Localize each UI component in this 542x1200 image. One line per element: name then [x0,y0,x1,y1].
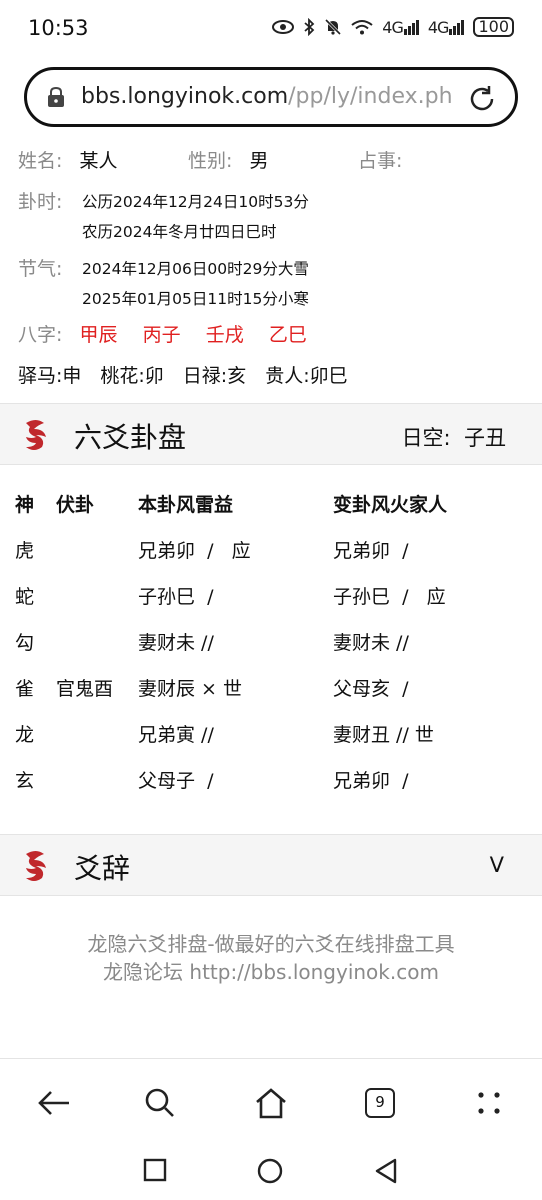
battery-icon: 100 [473,17,514,37]
bazi-row: 八字: 甲辰 丙子 壬戌 乙巳 [18,320,307,347]
header-fu: 伏卦 [56,494,95,516]
home-button[interactable] [251,1083,291,1123]
footer-line-2: 龙隐论坛 http://bbs.longyinok.com [103,960,439,984]
eye-icon [272,20,295,34]
gender-row: 性别: 男 [188,146,269,173]
dragon-logo-icon [20,417,52,457]
table-row: 勾 妻财未 // 妻财未 // [0,616,542,662]
back-button[interactable] [34,1083,74,1123]
row-bian: 妻财丑 // 世 [333,724,434,746]
yaoci-toggle[interactable]: V [490,853,504,877]
table-row: 蛇 子孙巳 / 子孙巳 / 应 [0,570,542,616]
back-arrow-icon [38,1091,69,1115]
row-ben: 妻财未 // [138,632,214,654]
signal-icon-1: 4G [382,18,419,37]
row-shen: 雀 [15,678,35,700]
dragon-logo-icon [20,848,52,888]
status-time: 10:53 [28,16,89,40]
row-shen: 蛇 [15,586,35,608]
footer-line-1: 龙隐六爻排盘-做最好的六爻在线排盘工具 [87,932,455,956]
bazi-month: 丙子 [142,324,181,346]
table-row: 虎 兄弟卯 / 应 兄弟卯 / [0,524,542,570]
row-shen: 勾 [15,632,35,654]
bazi-hour: 乙巳 [268,324,307,346]
table-header: 神 伏卦 本卦风雷益 变卦风火家人 [0,478,542,524]
gua-panel-title: 六爻卦盘 [74,421,187,454]
square-icon [143,1158,167,1182]
day-kong: 日空: 子丑 [401,426,506,450]
row-ben: 兄弟卯 / 应 [138,540,251,562]
tabs-button[interactable]: 9 [360,1083,400,1123]
gender-value: 男 [249,150,269,172]
url-path: /pp/ly/index.ph [288,84,453,109]
table-row: 雀 官鬼酉 妻财辰 × 世 父母亥 / [0,662,542,708]
row-ben: 兄弟寅 // [138,724,214,746]
system-home-button[interactable] [257,1158,283,1188]
system-nav-bar [0,1144,542,1200]
row-ben: 子孙巳 / [138,586,214,608]
jieqi-1: 2024年12月06日00时29分大雪 [82,260,309,278]
row-shen: 玄 [15,770,35,792]
header-bian: 变卦风火家人 [333,494,448,516]
name-row: 姓名: 某人 [18,146,118,173]
yaoci-header[interactable]: 爻辞 V [0,834,542,896]
bazi-label: 八字: [18,324,63,346]
jieqi-2: 2025年01月05日11时15分小寒 [82,290,309,308]
table-row: 龙 兄弟寅 // 妻财丑 // 世 [0,708,542,754]
lock-icon [47,86,65,111]
triangle-back-icon [375,1158,397,1184]
search-icon [145,1088,174,1117]
yaoci-title: 爻辞 [74,852,131,885]
system-back-button[interactable] [374,1158,398,1188]
bazi-day: 壬戌 [205,324,244,346]
row-shen: 虎 [15,540,35,562]
address-bar[interactable]: bbs.longyinok.com/pp/ly/index.ph [24,67,518,127]
header-shen: 神 [15,494,35,516]
row-fu: 官鬼酉 [56,678,114,700]
name-label: 姓名: [18,150,63,172]
solar-date: 公历2024年12月24日10时53分 [82,193,309,211]
matter-row: 占事: [358,146,402,173]
bazi-year: 甲辰 [79,324,118,346]
row-bian: 父母亥 / [333,678,409,700]
status-bar: 10:53 4G 4G 100 [0,0,542,58]
menu-button[interactable] [469,1083,509,1123]
row-bian: 子孙巳 / 应 [333,586,446,608]
gender-label: 性别: [188,150,233,172]
url-host: bbs.longyinok.com [81,84,289,109]
lunar-date: 农历2024年冬月廿四日巳时 [82,223,277,241]
more-dots-icon [478,1092,500,1114]
gua-panel-header: 六爻卦盘 日空: 子丑 [0,403,542,465]
tabs-count: 9 [365,1088,395,1118]
time-label: 卦时: [18,191,63,213]
row-bian: 兄弟卯 / [333,770,409,792]
bluetooth-icon [303,18,315,36]
jieqi-label: 节气: [18,258,63,280]
reload-icon[interactable] [467,84,497,118]
header-ben: 本卦风雷益 [138,494,234,516]
matter-label: 占事: [358,150,403,172]
row-bian: 妻财未 // [333,632,409,654]
name-value: 某人 [79,150,118,172]
jieqi-label-row: 节气: [18,254,62,281]
mute-bell-icon [324,18,342,36]
recent-apps-button[interactable] [143,1158,167,1186]
signal-icon-2: 4G [428,18,465,37]
url-text[interactable]: bbs.longyinok.com/pp/ly/index.ph [81,84,473,109]
row-bian: 兄弟卯 / [333,540,409,562]
row-ben: 父母子 / [138,770,214,792]
table-row: 玄 父母子 / 兄弟卯 / [0,754,542,800]
page-footer: 龙隐六爻排盘-做最好的六爻在线排盘工具 龙隐论坛 http://bbs.long… [0,930,542,986]
shensha-row: 驿马:申 桃花:卯 日禄:亥 贵人:卯巳 [18,365,348,387]
home-icon [256,1088,286,1119]
search-button[interactable] [140,1083,180,1123]
browser-toolbar: 9 [0,1058,542,1144]
row-ben: 妻财辰 × 世 [138,678,242,700]
time-label-row: 卦时: [18,187,62,214]
circle-icon [257,1158,283,1184]
status-icons: 4G 4G 100 [272,17,514,37]
row-shen: 龙 [15,724,35,746]
wifi-icon [351,19,373,35]
